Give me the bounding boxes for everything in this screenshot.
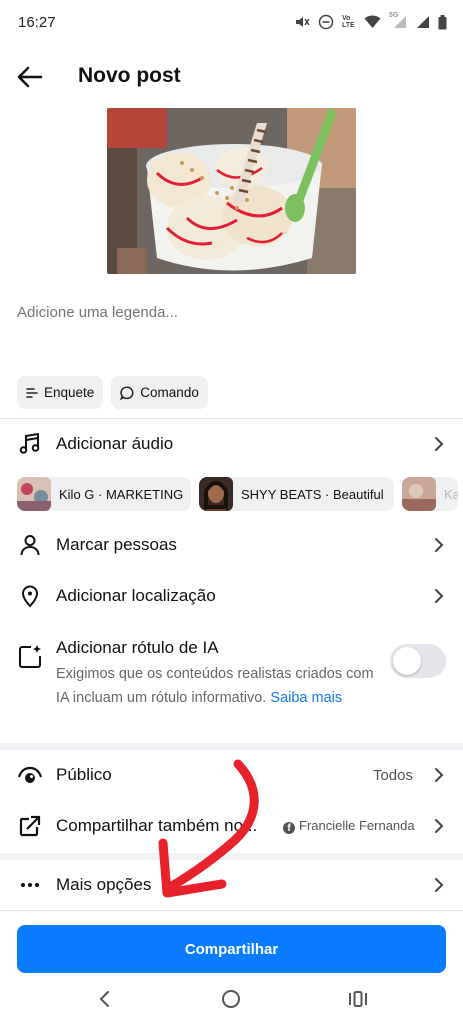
music-thumbnail [17, 477, 51, 511]
arrow-left-icon [17, 66, 43, 88]
signal-5g-icon: 5G [389, 12, 407, 29]
battery-icon [438, 14, 447, 29]
share-arrow-icon [17, 813, 43, 839]
music-suggestion[interactable]: SHYY BEATS · Beautiful [199, 477, 394, 511]
music-thumbnail [402, 477, 436, 511]
system-nav-bar [0, 975, 463, 1024]
poll-chip[interactable]: Enquete [17, 376, 104, 409]
music-thumbnail [199, 477, 233, 511]
post-tools: Enquete Comando [17, 376, 208, 409]
ai-label-toggle[interactable] [390, 644, 446, 678]
chevron-right-icon [435, 589, 444, 603]
tag-people-row[interactable]: Marcar pessoas [0, 522, 463, 568]
section-divider [0, 853, 463, 860]
status-time: 16:27 [18, 14, 56, 31]
signal-icon [417, 16, 429, 28]
add-location-label: Adicionar localização [56, 586, 216, 605]
add-audio-row[interactable]: Adicionar áudio [0, 421, 463, 467]
ai-label-section: Adicionar rótulo de IA Exigimos que os c… [0, 632, 463, 737]
recents-nav-icon[interactable] [345, 987, 371, 1011]
page-title: Novo post [78, 64, 181, 87]
section-divider [0, 743, 463, 750]
add-location-row[interactable]: Adicionar localização [0, 573, 463, 619]
caption-input[interactable] [17, 304, 437, 321]
prompt-icon [120, 385, 134, 400]
status-bar: 16:27 Vo LTE 5G [0, 0, 463, 46]
music-suggestion-label: Ka [444, 486, 458, 502]
app-bar: Novo post [0, 52, 463, 102]
poll-icon [26, 387, 38, 398]
share-also-account: f Francielle Fernanda [283, 818, 415, 834]
ai-label-icon [17, 644, 43, 670]
mute-icon [296, 17, 310, 27]
audience-label: Público [56, 765, 112, 784]
music-suggestion[interactable]: Ka [402, 477, 458, 511]
music-suggestion-label: Kilo G · MARKETING [59, 486, 184, 502]
divider [0, 418, 463, 419]
audience-value: Todos [372, 766, 413, 784]
prompt-chip-label: Comando [140, 385, 199, 400]
wifi-icon [364, 15, 381, 28]
music-suggestion-label: SHYY BEATS · Beautiful [241, 486, 384, 502]
ice-cream-photo [107, 108, 356, 274]
chevron-right-icon [435, 538, 444, 552]
toggle-knob [393, 647, 421, 675]
more-dots-icon [17, 872, 43, 898]
ai-label-title: Adicionar rótulo de IA [56, 638, 219, 657]
music-suggestions: Kilo G · MARKETING SHYY BEATS · Beautifu… [17, 477, 458, 511]
status-icons: Vo LTE 5G [294, 12, 447, 30]
chevron-right-icon [435, 819, 444, 833]
back-nav-icon[interactable] [92, 987, 118, 1011]
share-also-account-name: Francielle Fernanda [299, 818, 415, 833]
music-note-icon [17, 431, 43, 457]
chevron-right-icon [435, 768, 444, 782]
learn-more-link[interactable]: Saiba mais [270, 690, 342, 706]
eye-icon [17, 762, 43, 788]
person-icon [17, 532, 43, 558]
back-button[interactable] [14, 62, 46, 92]
share-also-row[interactable]: Compartilhar também no... f Francielle Fe… [0, 803, 463, 849]
add-audio-label: Adicionar áudio [56, 434, 174, 453]
facebook-icon: f [283, 822, 295, 834]
chevron-right-icon [435, 878, 444, 892]
media-preview[interactable] [107, 108, 356, 274]
more-options-label: Mais opções [56, 875, 152, 894]
prompt-chip[interactable]: Comando [111, 376, 208, 409]
tag-people-label: Marcar pessoas [56, 535, 177, 554]
location-pin-icon [17, 583, 43, 609]
dnd-icon [318, 14, 334, 30]
chevron-right-icon [435, 437, 444, 451]
volte-icon: Vo LTE [342, 15, 355, 29]
share-button[interactable]: Compartilhar [17, 925, 446, 973]
divider [0, 910, 463, 911]
ai-label-description: Exigimos que os conteúdos realistas cria… [56, 662, 374, 710]
music-suggestion[interactable]: Kilo G · MARKETING [17, 477, 191, 511]
poll-chip-label: Enquete [44, 385, 95, 400]
more-options-row[interactable]: Mais opções [0, 862, 463, 908]
home-nav-icon[interactable] [218, 987, 244, 1011]
audience-row[interactable]: Público Todos [0, 752, 463, 798]
share-also-label: Compartilhar também no... [56, 816, 258, 835]
